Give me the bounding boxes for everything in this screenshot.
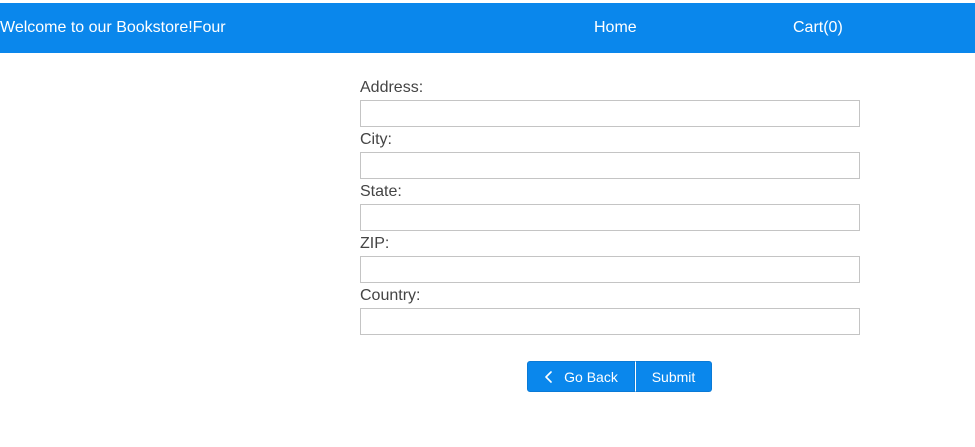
state-input[interactable] xyxy=(360,204,860,231)
submit-button[interactable]: Submit xyxy=(635,361,712,392)
nav-cart-link[interactable]: Cart(0) xyxy=(793,3,843,53)
country-input[interactable] xyxy=(360,308,860,335)
go-back-button[interactable]: Go Back xyxy=(527,361,635,392)
go-back-label: Go Back xyxy=(564,368,618,385)
site-brand: Welcome to our Bookstore!Four xyxy=(0,19,226,36)
chevron-left-icon xyxy=(544,370,554,384)
nav-home-link[interactable]: Home xyxy=(594,3,637,53)
city-input[interactable] xyxy=(360,152,860,179)
address-input[interactable] xyxy=(360,100,860,127)
zip-label: ZIP: xyxy=(360,235,390,252)
zip-input[interactable] xyxy=(360,256,860,283)
country-label: Country: xyxy=(360,287,421,304)
address-label: Address: xyxy=(360,79,424,96)
city-label: City: xyxy=(360,131,392,148)
top-navbar: Welcome to our Bookstore!Four Home Cart(… xyxy=(0,3,975,53)
form-actions: Go Back Submit xyxy=(527,361,712,392)
state-label: State: xyxy=(360,183,402,200)
shipping-address-form: Address: City: State: ZIP: Country: xyxy=(360,77,860,337)
